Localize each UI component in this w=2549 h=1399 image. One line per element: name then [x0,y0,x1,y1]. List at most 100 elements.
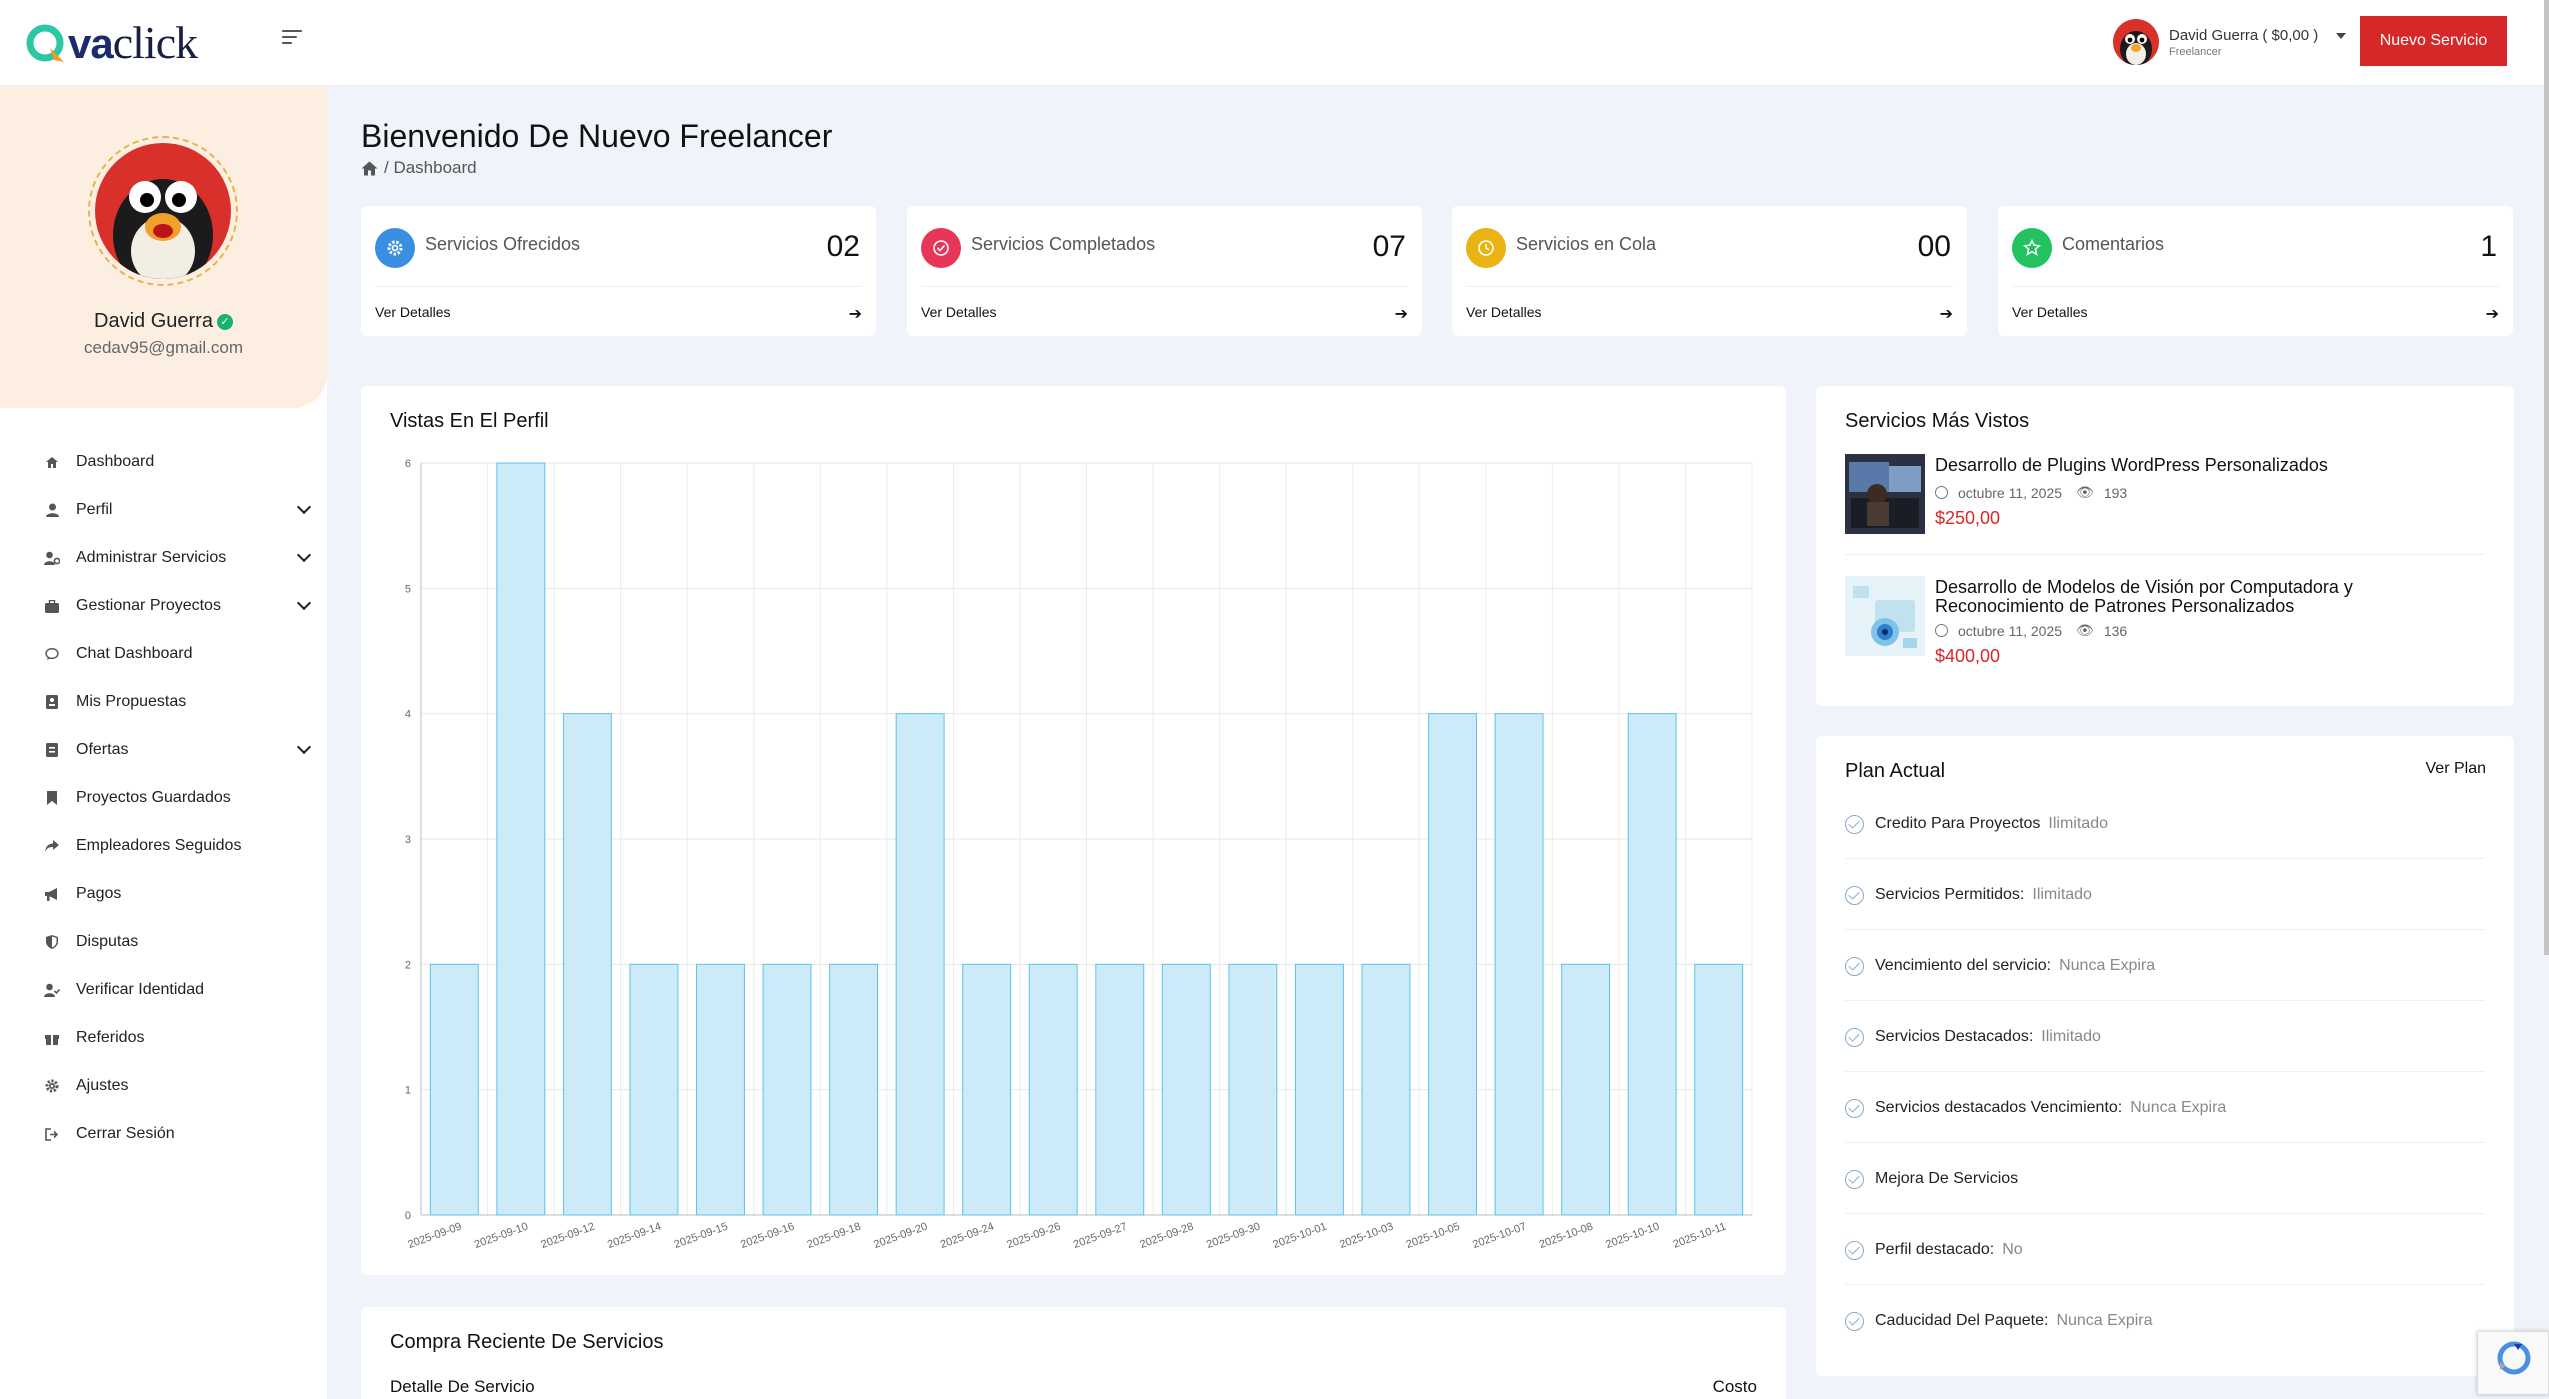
most-viewed-panel: Servicios Más Vistos Desarrollo de Plugi… [1816,386,2514,706]
x-tick-label: 2025-09-20 [872,1221,929,1252]
stat-card-servicios-ofrecidos: Servicios Ofrecidos 02 Ver Detalles ➔ [361,206,876,336]
share-icon [44,838,60,854]
scrollbar[interactable] [2544,0,2549,955]
chevron-down-icon[interactable] [296,595,312,611]
check-circle-icon [1845,956,1864,976]
service-thumbnail[interactable] [1845,454,1925,534]
y-tick-label: 4 [405,709,411,721]
sidebar-item-label: Gestionar Proyectos [76,597,221,614]
column-header-detail: Detalle De Servicio [390,1377,535,1396]
chevron-down-icon[interactable] [296,739,312,755]
chevron-down-icon[interactable] [296,547,312,563]
sidebar-item-label: Dashboard [76,453,155,470]
service-thumbnail[interactable] [1845,576,1925,656]
x-tick-label: 2025-10-08 [1538,1221,1595,1252]
x-tick-label: 2025-09-10 [473,1221,530,1252]
chevron-down-icon[interactable] [2336,33,2347,39]
stat-value: 1 [2480,230,2497,263]
service-views: 136 [2103,622,2128,639]
clock-icon [1935,624,1948,637]
arrow-right-icon[interactable]: ➔ [1940,304,1953,324]
sidebar-item-administrar-servicios[interactable]: Administrar Servicios [0,534,327,582]
bar [1294,963,1344,1216]
arrow-right-icon[interactable]: ➔ [1395,304,1408,324]
recent-purchases-panel: Compra Reciente De Servicios Detalle De … [361,1307,1786,1399]
clock-icon [1466,228,1506,268]
sidebar-item-gestionar-proyectos[interactable]: Gestionar Proyectos [0,582,327,630]
chevron-down-icon[interactable] [296,499,312,515]
chat-icon [44,646,60,662]
bar [1428,713,1477,1216]
profile-avatar[interactable] [88,136,238,286]
bar [429,963,479,1216]
service-title[interactable]: Desarrollo de Modelos de Visión por Comp… [1935,578,2485,616]
shield-icon [44,934,60,950]
sidebar-item-referidos[interactable]: Referidos [0,1014,327,1062]
y-tick-label: 0 [405,1210,411,1222]
sidebar-item-label: Ofertas [76,741,129,758]
sidebar-item-label: Pagos [76,885,122,902]
sidebar-item-empleadores-seguidos[interactable]: Empleadores Seguidos [0,822,327,870]
arrow-right-icon[interactable]: ➔ [2486,304,2499,324]
view-details-link[interactable]: Ver Detalles [1466,304,1541,320]
bar [1361,963,1411,1216]
most-viewed-item[interactable]: Desarrollo de Plugins WordPress Personal… [1845,454,2485,536]
sidebar-item-chat-dashboard[interactable]: Chat Dashboard [0,630,327,678]
view-details-link[interactable]: Ver Detalles [375,304,450,320]
panel-title: Compra Reciente De Servicios [390,1331,664,1353]
check-circle-icon [921,228,961,268]
sidebar-item-cerrar-sesion[interactable]: Cerrar Sesión [0,1110,327,1158]
user-menu[interactable]: David Guerra ( $0,00 ) Freelancer [2113,17,2347,67]
sidebar-item-ajustes[interactable]: Ajustes [0,1062,327,1110]
sidebar-item-disputas[interactable]: Disputas [0,918,327,966]
sidebar-item-perfil[interactable]: Perfil [0,486,327,534]
home-icon[interactable] [361,161,378,176]
user-role: Freelancer [2169,45,2222,58]
sidebar-item-pagos[interactable]: Pagos [0,870,327,918]
stat-card-comentarios: Comentarios 1 Ver Detalles ➔ [1998,206,2513,336]
x-tick-label: 2025-09-15 [673,1221,730,1252]
bookmark-icon [44,790,60,806]
view-plan-link[interactable]: Ver Plan [2426,760,2486,778]
y-tick-label: 3 [405,834,411,846]
recaptcha-badge[interactable] [2477,1331,2549,1395]
x-tick-label: 2025-09-28 [1138,1221,1195,1252]
sidebar-item-label: Proyectos Guardados [76,789,231,806]
bar [496,462,546,1216]
x-tick-label: 2025-09-16 [739,1221,796,1252]
service-title[interactable]: Desarrollo de Plugins WordPress Personal… [1935,456,2485,475]
sidebar-item-label: Perfil [76,501,113,518]
bar [1561,963,1611,1216]
view-details-link[interactable]: Ver Detalles [2012,304,2087,320]
avatar [2113,19,2159,65]
bar [562,713,612,1216]
id-card-icon [44,694,60,710]
y-tick-label: 6 [405,458,411,470]
bar [629,963,679,1216]
arrow-right-icon[interactable]: ➔ [849,304,862,324]
bar [829,963,879,1216]
logout-icon [44,1126,60,1142]
bar [1161,963,1211,1216]
sidebar-item-label: Disputas [76,933,139,950]
bar [1028,963,1078,1216]
service-date: octubre 11, 2025 [1958,622,2063,639]
breadcrumb-current: / Dashboard [384,158,477,177]
bar [1627,713,1677,1216]
most-viewed-item[interactable]: Desarrollo de Modelos de Visión por Comp… [1845,576,2485,666]
divider [1845,858,2485,859]
new-service-button[interactable]: Nuevo Servicio [2360,16,2507,66]
penguin-avatar-icon [95,143,231,279]
user-gear-icon [44,550,60,566]
sidebar-item-ofertas[interactable]: Ofertas [0,726,327,774]
sidebar-item-dashboard[interactable]: Dashboard [0,438,327,486]
sidebar-item-proyectos-guardados[interactable]: Proyectos Guardados [0,774,327,822]
view-details-link[interactable]: Ver Detalles [921,304,996,320]
breadcrumb: / Dashboard [361,158,477,178]
menu-toggle-icon[interactable] [282,30,304,52]
sidebar-item-verificar-identidad[interactable]: Verificar Identidad [0,966,327,1014]
user-icon [44,502,60,518]
logo[interactable]: vaclick [24,18,198,68]
sidebar-item-mis-propuestas[interactable]: Mis Propuestas [0,678,327,726]
stat-label: Comentarios [2062,234,2165,254]
